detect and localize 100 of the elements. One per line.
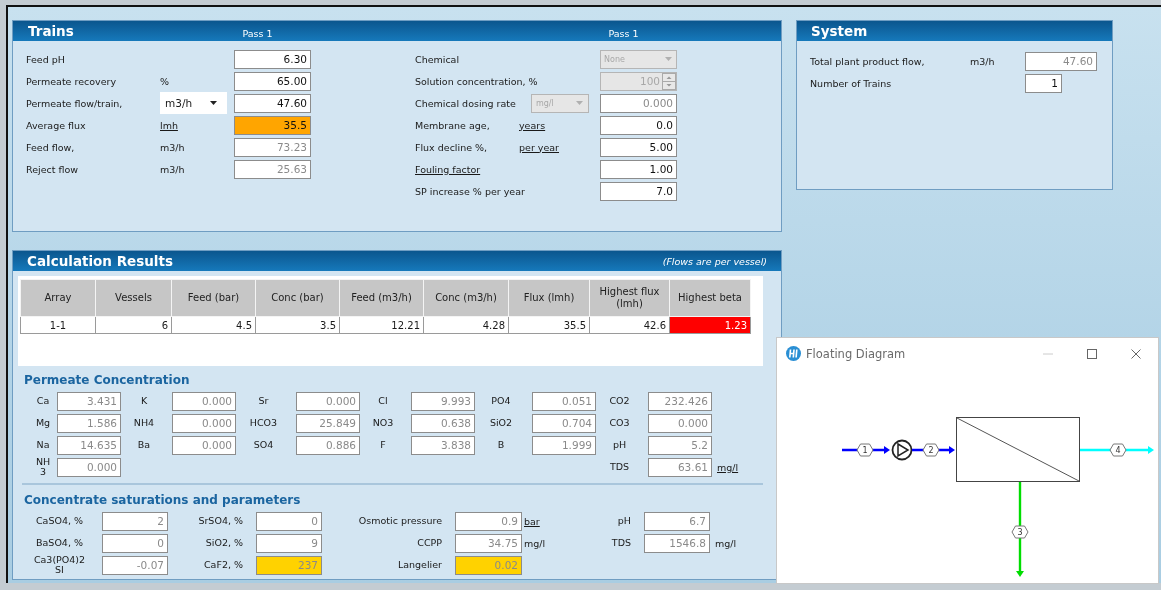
column-header[interactable]: Highest flux (lmh) [589,279,670,317]
field-label: Sr [257,396,270,406]
column-header[interactable]: Flux (lmh) [508,279,590,317]
unit-dropdown[interactable]: m3/h [160,92,227,114]
table-cell: 4.5 [171,316,256,334]
field-label: Reject flow [26,163,80,175]
table-cell: 4.28 [423,316,509,334]
panel-title: Trains [27,23,75,39]
field-label: CO3 [608,418,631,428]
field-label: SO4 [252,440,275,450]
close-icon[interactable] [1130,347,1142,360]
table-cell: 42.6 [589,316,670,334]
caret-icon [210,101,217,105]
input-field[interactable]: 0.0 [600,115,677,135]
section-heading: Permeate Concentration [24,373,191,387]
field-label: Ca [35,396,51,406]
field-label: Mg [34,418,52,428]
field-label: Langelier [396,560,443,570]
field-label: CaF2, % [202,560,244,570]
field-label: Solution concentration, % [415,75,539,87]
field-label: F [379,440,387,450]
field-label: HCO3 [248,418,279,428]
unit-label: m3/h [970,55,995,67]
unit-link[interactable]: years [519,119,546,131]
field-label: CCPP [416,538,443,548]
table-cell: 3.5 [255,316,340,334]
input-field[interactable]: 65.00 [234,71,311,91]
field-label: NO3 [371,418,395,428]
table-cell: 6 [95,316,172,334]
field-label: SiO2 [488,418,514,428]
input-field[interactable]: 1 [1025,73,1062,93]
window-title: Floating Diagram [806,346,906,361]
column-header[interactable]: Array [20,279,96,317]
field-label: CO2 [608,396,631,406]
input-field[interactable]: 6.30 [234,49,311,69]
stream-number-tag: 3 [1011,525,1029,539]
field-label: pH [616,516,632,526]
field-label: Chemical [415,53,461,65]
field-label: SiO2, % [204,538,244,548]
app-icon [786,346,801,361]
field-label: Osmotic pressure [357,516,443,526]
stream-number-tag: 1 [856,443,874,457]
field-label: Permeate recovery [26,75,118,87]
field-label: Feed flow, [26,141,76,153]
column-header[interactable]: Feed (m3/h) [339,279,424,317]
pass-tab[interactable]: Pass 1 [219,27,296,39]
field-label: B [496,440,506,450]
field-label: Na [35,440,51,450]
unit-link[interactable]: lmh [160,119,178,131]
unit-label: % [160,75,170,87]
unit-link[interactable]: per year [519,141,559,153]
label-link[interactable]: Fouling factor [415,163,600,175]
unit-label: m3/h [160,141,185,153]
stream-number-tag: 4 [1109,443,1127,457]
column-header[interactable]: Conc (m3/h) [423,279,509,317]
column-header[interactable]: Conc (bar) [255,279,340,317]
section-heading: Concentrate saturations and parameters [24,493,302,507]
field-label: NH4 [132,418,156,428]
caret-icon [665,57,672,61]
input-field[interactable]: 47.60 [234,93,311,113]
field-label: Number of Trains [810,77,893,89]
column-header[interactable]: Feed (bar) [171,279,256,317]
stream-number-tag: 2 [922,443,940,457]
field-label: K [139,396,149,406]
field-label: Total plant product flow, [810,55,926,67]
table-cell: 12.21 [339,316,424,334]
field-label: Membrane age, [415,119,491,131]
field-label: PO4 [490,396,512,406]
input-field[interactable]: 7.0 [600,181,677,201]
field-label: Ba [136,440,152,450]
field-label: TDS [608,462,631,472]
panel-note: (Flows are per vessel) [662,255,768,267]
table-cell: 35.5 [508,316,590,334]
field-label: SP increase % per year [415,185,526,197]
field-label: Ca3(PO4)2 SI [32,555,87,575]
table-cell: 1-1 [20,316,96,334]
unit-label: m3/h [160,163,185,175]
pass-tab[interactable]: Pass 1 [585,27,662,39]
field-label: Chemical dosing rate [415,97,517,109]
column-header[interactable]: Vessels [95,279,172,317]
unit-label: mg/l [715,537,737,549]
field-label: pH [611,440,628,450]
column-header[interactable]: Highest beta [669,279,751,317]
input-field[interactable]: 1.00 [600,159,677,179]
field-label: Average flux [26,119,87,131]
pump-icon [891,439,913,461]
maximize-icon[interactable] [1086,347,1098,360]
field-label: NH3 [34,457,52,477]
field-label: Flux decline %, [415,141,489,153]
unit-label: mg/l [524,537,546,549]
field-label: CaSO4, % [34,516,85,526]
panel-title: Calculation Results [26,253,173,269]
field-label: Permeate flow/train, [26,97,124,109]
field-label: TDS [610,538,632,548]
input-field[interactable]: 5.00 [600,137,677,157]
field-label: BaSO4, % [35,538,84,548]
field-label: SrSO4, % [197,516,244,526]
input-field[interactable]: 35.5 [234,115,311,135]
panel-title: System [810,23,868,39]
field-label: Cl [377,396,389,406]
